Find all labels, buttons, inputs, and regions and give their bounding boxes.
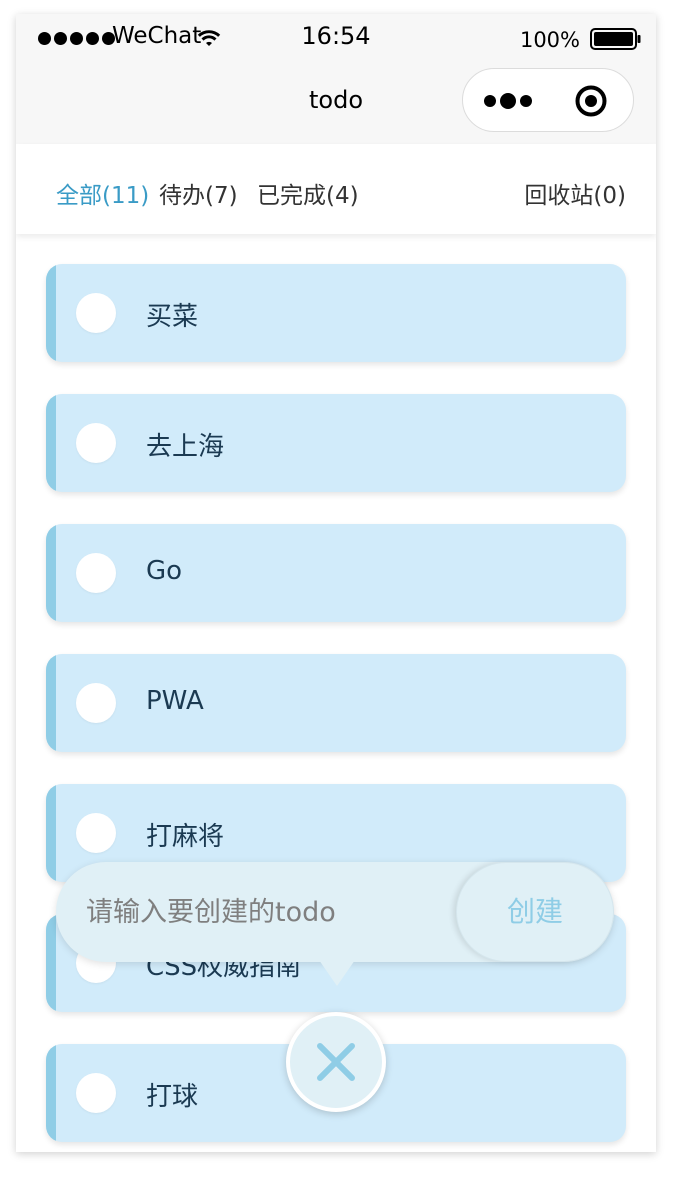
todo-accent-bar bbox=[46, 1044, 56, 1142]
todo-accent-bar bbox=[46, 784, 56, 882]
tab-all[interactable]: 全部(11) bbox=[56, 176, 149, 210]
filter-tabs: 全部(11) 待办(7) 已完成(4) 回收站(0) bbox=[16, 144, 656, 234]
todo-label: 打球 bbox=[146, 1082, 199, 1112]
tab-trash[interactable]: 回收站(0) bbox=[524, 176, 626, 210]
todo-label: 打麻将 bbox=[146, 822, 225, 852]
close-icon bbox=[317, 1043, 355, 1081]
todo-label: 去上海 bbox=[146, 432, 225, 462]
todo-accent-bar bbox=[46, 264, 56, 362]
todo-checkbox[interactable] bbox=[76, 813, 116, 853]
close-popup-button[interactable] bbox=[286, 1012, 386, 1112]
todo-label: 买菜 bbox=[146, 302, 199, 332]
todo-checkbox[interactable] bbox=[76, 683, 116, 723]
capsule-divider bbox=[549, 85, 550, 117]
todo-item[interactable]: PWA bbox=[46, 654, 626, 752]
new-todo-input[interactable] bbox=[86, 892, 446, 932]
todo-item[interactable]: 去上海 bbox=[46, 394, 626, 492]
create-todo-popup: 创建 bbox=[56, 862, 614, 962]
todo-accent-bar bbox=[46, 394, 56, 492]
todo-checkbox[interactable] bbox=[76, 293, 116, 333]
todo-accent-bar bbox=[46, 524, 56, 622]
todo-checkbox[interactable] bbox=[76, 553, 116, 593]
todo-label: Go bbox=[146, 556, 183, 586]
top-bar: WeChat 16:54 100% todo bbox=[16, 14, 656, 144]
close-mini-program-icon[interactable] bbox=[575, 85, 607, 117]
todo-checkbox[interactable] bbox=[76, 423, 116, 463]
todo-item[interactable]: Go bbox=[46, 524, 626, 622]
phone-screen: WeChat 16:54 100% todo 全部(11) 待办(7) 已完成(… bbox=[16, 14, 656, 1152]
more-icon[interactable] bbox=[483, 89, 533, 113]
battery-icon bbox=[590, 28, 641, 50]
create-button[interactable]: 创建 bbox=[456, 862, 614, 962]
todo-checkbox[interactable] bbox=[76, 1073, 116, 1113]
battery-percent: 100% bbox=[519, 28, 580, 52]
tab-done[interactable]: 已完成(4) bbox=[257, 176, 359, 210]
todo-label: PWA bbox=[146, 686, 204, 716]
tab-todo[interactable]: 待办(7) bbox=[159, 176, 238, 210]
mini-program-capsule bbox=[462, 68, 634, 132]
popup-arrow bbox=[319, 960, 355, 986]
todo-accent-bar bbox=[46, 914, 56, 1012]
todo-accent-bar bbox=[46, 654, 56, 752]
todo-item[interactable]: 买菜 bbox=[46, 264, 626, 362]
